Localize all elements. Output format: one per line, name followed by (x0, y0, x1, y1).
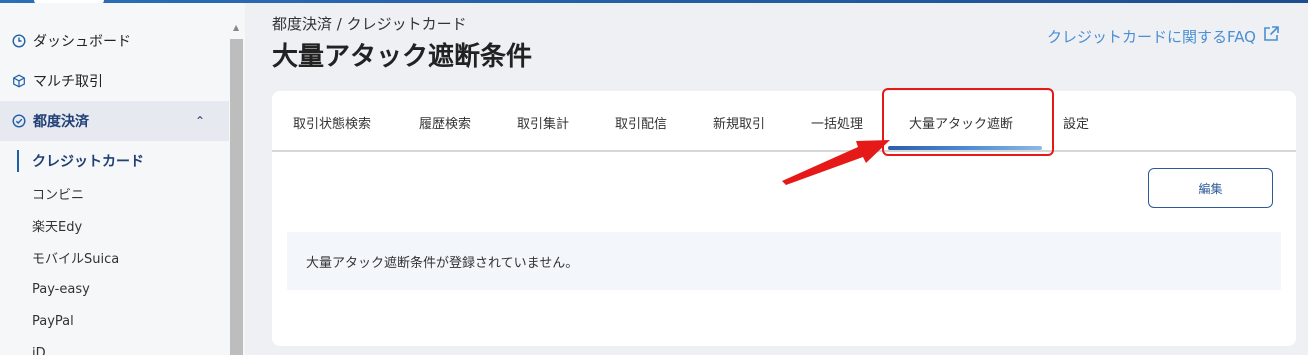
sidebar-item-one-time-payment[interactable]: 都度決済 ⌃ (0, 101, 229, 141)
empty-state-text: 大量アタック遮断条件が登録されていません。 (306, 255, 579, 271)
sidebar-subitem-mobile-suica[interactable]: モバイルSuica (0, 241, 229, 273)
scroll-up-arrow-icon[interactable]: ▲ (233, 23, 239, 32)
sidebar-subitem-pay-easy[interactable]: Pay-easy (0, 273, 229, 305)
tab-transaction-delivery[interactable]: 取引配信 (615, 113, 667, 132)
annotation-highlight-box (882, 88, 1054, 156)
sidebar-subitem-id[interactable]: iD (0, 337, 229, 355)
faq-link[interactable]: クレジットカードに関するFAQ (1047, 25, 1280, 47)
empty-state-message: 大量アタック遮断条件が登録されていません。 (287, 232, 1281, 290)
scrollbar-thumb[interactable] (230, 39, 243, 355)
page-title: 大量アタック遮断条件 (272, 42, 533, 72)
sidebar-item-label: マルチ取引 (33, 74, 103, 90)
tab-transaction-summary[interactable]: 取引集計 (517, 113, 569, 132)
sidebar-subitem-paypal[interactable]: PayPal (0, 305, 229, 337)
tab-transaction-status-search[interactable]: 取引状態検索 (293, 113, 371, 132)
sidebar-item-label: 都度決済 (33, 114, 89, 130)
check-circle-icon (11, 113, 27, 129)
breadcrumb: 都度決済 / クレジットカード (272, 15, 467, 33)
sidebar-scrollbar[interactable]: ▲ (229, 21, 244, 355)
sidebar-item-label: ダッシュボード (33, 34, 131, 50)
chevron-up-icon[interactable]: ⌃ (195, 114, 205, 128)
sidebar: ダッシュボード マルチ取引 都度決済 ⌃ クレジットカード コンビニ 楽天Edy… (0, 3, 245, 355)
tab-history-search[interactable]: 履歴検索 (419, 113, 471, 132)
tab-new-transaction[interactable]: 新規取引 (713, 113, 765, 132)
faq-link-label: クレジットカードに関するFAQ (1046, 27, 1256, 46)
edit-button[interactable]: 編集 (1148, 168, 1273, 208)
sidebar-submenu: クレジットカード コンビニ 楽天Edy モバイルSuica Pay-easy P… (0, 141, 229, 355)
cube-icon (11, 73, 27, 89)
sidebar-item-dashboard[interactable]: ダッシュボード (0, 21, 229, 61)
sidebar-subitem-rakuten-edy[interactable]: 楽天Edy (0, 209, 229, 241)
sidebar-nav: ダッシュボード マルチ取引 都度決済 ⌃ クレジットカード コンビニ 楽天Edy… (0, 21, 229, 355)
annotation-arrow-icon (782, 140, 890, 185)
clock-icon (11, 33, 27, 49)
sidebar-subitem-convenience-store[interactable]: コンビニ (0, 177, 229, 209)
sidebar-item-multi-transaction[interactable]: マルチ取引 (0, 61, 229, 101)
tab-settings[interactable]: 設定 (1063, 113, 1089, 132)
sidebar-subitem-credit-card[interactable]: クレジットカード (0, 145, 229, 177)
external-link-icon (1262, 25, 1280, 47)
